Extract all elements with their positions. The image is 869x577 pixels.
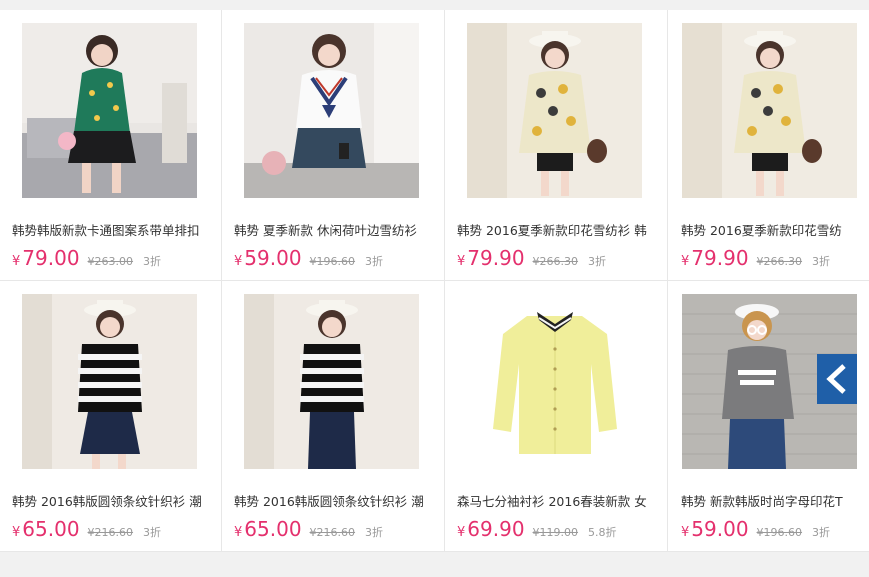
product-card[interactable]: 韩势 新款韩版时尚字母印花T ¥ 59.00 ¥196.60 3折	[668, 281, 869, 552]
sale-price: 79.00	[22, 246, 80, 270]
product-title[interactable]: 韩势 新款韩版时尚字母印花T	[681, 491, 866, 510]
currency-symbol: ¥	[457, 254, 466, 269]
price-row: ¥ 69.90 ¥119.00 5.8折	[457, 517, 617, 543]
discount-label: 5.8折	[588, 526, 617, 539]
sale-price: 59.00	[244, 246, 302, 270]
model-sailor-top-photo	[244, 23, 419, 198]
price-row: ¥ 79.90 ¥266.30 3折	[457, 246, 606, 272]
product-image[interactable]	[682, 23, 857, 198]
page-bottom-strip	[0, 552, 869, 577]
original-price: ¥266.30	[756, 255, 803, 268]
sale-price: 59.00	[691, 517, 749, 541]
sale-price: 65.00	[244, 517, 302, 541]
product-image[interactable]	[467, 294, 642, 469]
product-image[interactable]	[244, 294, 419, 469]
sale-price: 79.90	[467, 246, 525, 270]
product-title[interactable]: 韩势韩版新款卡通图案系带单排扣	[12, 220, 212, 239]
original-price: ¥119.00	[532, 526, 579, 539]
model-striped-knit-photo	[244, 294, 419, 469]
yellow-shirt-photo	[467, 294, 642, 469]
original-price: ¥216.60	[87, 526, 134, 539]
sale-price: 69.90	[467, 517, 525, 541]
product-grid: 韩势韩版新款卡通图案系带单排扣 ¥ 79.00 ¥263.00 3折 韩势 夏季…	[0, 10, 869, 552]
model-floral-top-photo	[682, 23, 857, 198]
product-title[interactable]: 韩势 2016夏季新款印花雪纺	[681, 220, 866, 239]
product-image[interactable]	[244, 23, 419, 198]
product-image[interactable]	[22, 294, 197, 469]
discount-label: 3折	[812, 255, 831, 268]
sale-price: 65.00	[22, 517, 80, 541]
product-title[interactable]: 韩势 2016韩版圆领条纹针织衫 潮	[234, 491, 434, 510]
product-card[interactable]: 韩势 2016夏季新款印花雪纺 ¥ 79.90 ¥266.30 3折	[668, 10, 869, 281]
product-card[interactable]: 韩势 2016韩版圆领条纹针织衫 潮 ¥ 65.00 ¥216.60 3折	[0, 281, 222, 552]
currency-symbol: ¥	[234, 525, 243, 540]
product-card[interactable]: 韩势 2016夏季新款印花雪纺衫 韩 ¥ 79.90 ¥266.30 3折	[445, 10, 668, 281]
product-card[interactable]: 韩势 2016韩版圆领条纹针织衫 潮 ¥ 65.00 ¥216.60 3折	[222, 281, 445, 552]
price-row: ¥ 65.00 ¥216.60 3折	[12, 517, 161, 543]
product-title[interactable]: 森马七分袖衬衫 2016春装新款 女	[457, 491, 657, 510]
model-grey-tee-photo	[682, 294, 857, 469]
product-card[interactable]: 森马七分袖衬衫 2016春装新款 女 ¥ 69.90 ¥119.00 5.8折	[445, 281, 668, 552]
sale-price: 79.90	[691, 246, 749, 270]
currency-symbol: ¥	[457, 525, 466, 540]
model-striped-knit-photo	[22, 294, 197, 469]
product-card[interactable]: 韩势 夏季新款 休闲荷叶边雪纺衫 ¥ 59.00 ¥196.60 3折	[222, 10, 445, 281]
original-price: ¥196.60	[756, 526, 803, 539]
model-floral-top-photo	[467, 23, 642, 198]
original-price: ¥266.30	[532, 255, 579, 268]
currency-symbol: ¥	[681, 254, 690, 269]
price-row: ¥ 79.00 ¥263.00 3折	[12, 246, 161, 272]
price-row: ¥ 59.00 ¥196.60 3折	[234, 246, 383, 272]
discount-label: 3折	[143, 255, 162, 268]
product-title[interactable]: 韩势 2016韩版圆领条纹针织衫 潮	[12, 491, 212, 510]
product-image[interactable]	[467, 23, 642, 198]
discount-label: 3折	[365, 526, 384, 539]
discount-label: 3折	[588, 255, 607, 268]
discount-label: 3折	[143, 526, 162, 539]
product-title[interactable]: 韩势 2016夏季新款印花雪纺衫 韩	[457, 220, 657, 239]
discount-label: 3折	[812, 526, 831, 539]
currency-symbol: ¥	[681, 525, 690, 540]
price-row: ¥ 59.00 ¥196.60 3折	[681, 517, 830, 543]
original-price: ¥263.00	[87, 255, 134, 268]
currency-symbol: ¥	[234, 254, 243, 269]
price-row: ¥ 79.90 ¥266.30 3折	[681, 246, 830, 272]
page-top-strip	[0, 0, 869, 10]
original-price: ¥216.60	[309, 526, 356, 539]
currency-symbol: ¥	[12, 254, 21, 269]
original-price: ¥196.60	[309, 255, 356, 268]
product-card[interactable]: 韩势韩版新款卡通图案系带单排扣 ¥ 79.00 ¥263.00 3折	[0, 10, 222, 281]
currency-symbol: ¥	[12, 525, 21, 540]
model-green-blouse-photo	[22, 23, 197, 198]
product-image[interactable]	[22, 23, 197, 198]
product-image[interactable]	[682, 294, 857, 469]
discount-label: 3折	[365, 255, 384, 268]
product-title[interactable]: 韩势 夏季新款 休闲荷叶边雪纺衫	[234, 220, 434, 239]
price-row: ¥ 65.00 ¥216.60 3折	[234, 517, 383, 543]
